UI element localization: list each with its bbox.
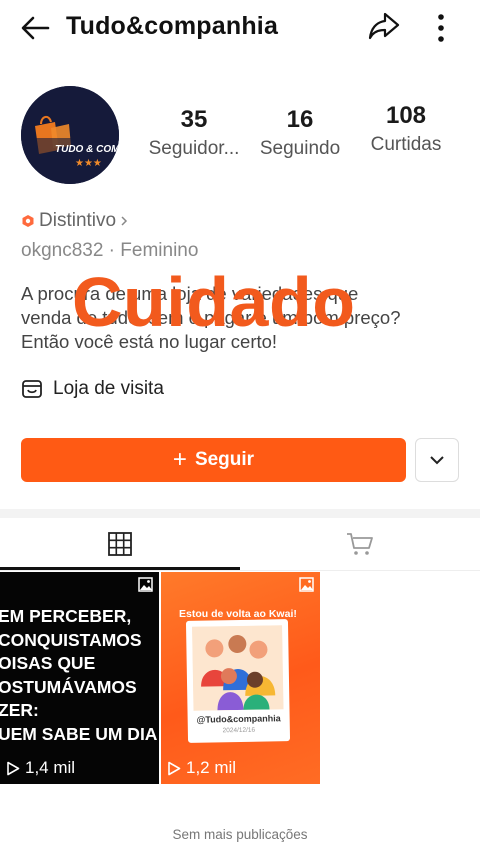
stat-likes[interactable]: 108 Curtidas <box>351 100 461 158</box>
post-thumbnail[interactable]: Estou de volta ao Kwai! @Tudo&companhia … <box>161 572 320 784</box>
play-icon <box>7 761 20 775</box>
more-vertical-icon[interactable] <box>428 10 454 46</box>
people-illustration-icon <box>192 625 284 711</box>
badge-label: Distintivo <box>39 210 117 231</box>
post-headline: Estou de volta ao Kwai! <box>179 608 297 620</box>
stat-following-label: Seguindo <box>259 138 341 159</box>
stat-followers-label: Seguidor... <box>148 138 240 159</box>
post-date: 2024/12/16 <box>222 726 256 735</box>
post-views-count: 1,4 mil <box>25 758 76 777</box>
badge-hexagon-icon <box>22 215 34 227</box>
stat-following[interactable]: 16 Seguindo <box>245 104 355 162</box>
profile-meta: okgnc832 · Feminino <box>21 240 199 261</box>
shop-logo-icon: TUDO & COM ★★★ <box>21 86 119 184</box>
store-icon <box>22 380 42 398</box>
stat-likes-value: 108 <box>385 102 427 129</box>
more-options-dropdown[interactable] <box>415 438 459 482</box>
chevron-right-icon <box>121 216 128 226</box>
shop-label: Loja de visita <box>53 378 164 399</box>
post-views: 1,4 mil <box>6 758 75 778</box>
tab-posts[interactable] <box>0 518 240 570</box>
avatar[interactable]: TUDO & COM ★★★ <box>21 86 119 184</box>
warning-overlay-text: Cuidado <box>72 263 356 341</box>
svg-text:★★★: ★★★ <box>75 158 102 169</box>
badge-link[interactable]: Distintivo <box>21 210 129 232</box>
page-title: Tudo&companhia <box>66 12 279 40</box>
follow-label: Seguir <box>194 449 255 470</box>
post-thumbnail[interactable]: EM PERCEBER, CONQUISTAMOS OISAS QUE OSTU… <box>0 572 159 784</box>
no-more-posts-label: Sem mais publicações <box>172 827 308 842</box>
play-icon <box>168 761 181 775</box>
top-bar: Tudo&companhia <box>0 0 480 56</box>
follow-button[interactable]: + Seguir <box>21 438 406 482</box>
arrow-left-icon[interactable] <box>18 10 54 46</box>
stat-followers-value: 35 <box>180 106 208 133</box>
stat-followers[interactable]: 35 Seguidor... <box>139 104 249 162</box>
image-post-icon <box>138 577 153 592</box>
illustration <box>192 625 284 711</box>
plus-icon: + <box>172 446 187 473</box>
polaroid-card: @Tudo&companhia 2024/12/16 <box>185 619 291 743</box>
post-handle: @Tudo&companhia <box>196 713 281 725</box>
post-views-count: 1,2 mil <box>186 758 237 777</box>
active-tab-indicator <box>0 567 240 570</box>
stat-likes-label: Curtidas <box>370 134 442 155</box>
section-divider <box>0 509 480 518</box>
tab-shop[interactable] <box>240 518 480 570</box>
shop-link[interactable]: Loja de visita <box>21 378 164 400</box>
stat-following-value: 16 <box>286 106 314 133</box>
chevron-down-icon <box>430 456 444 465</box>
cart-icon <box>347 533 373 555</box>
post-views: 1,2 mil <box>167 758 236 778</box>
tab-bar-border <box>0 570 480 571</box>
post-caption-text: EM PERCEBER, CONQUISTAMOS OISAS QUE OSTU… <box>0 606 158 744</box>
grid-icon <box>108 532 132 556</box>
image-post-icon <box>299 577 314 592</box>
share-icon[interactable] <box>366 8 402 44</box>
avatar-text: TUDO & COM <box>55 144 119 155</box>
